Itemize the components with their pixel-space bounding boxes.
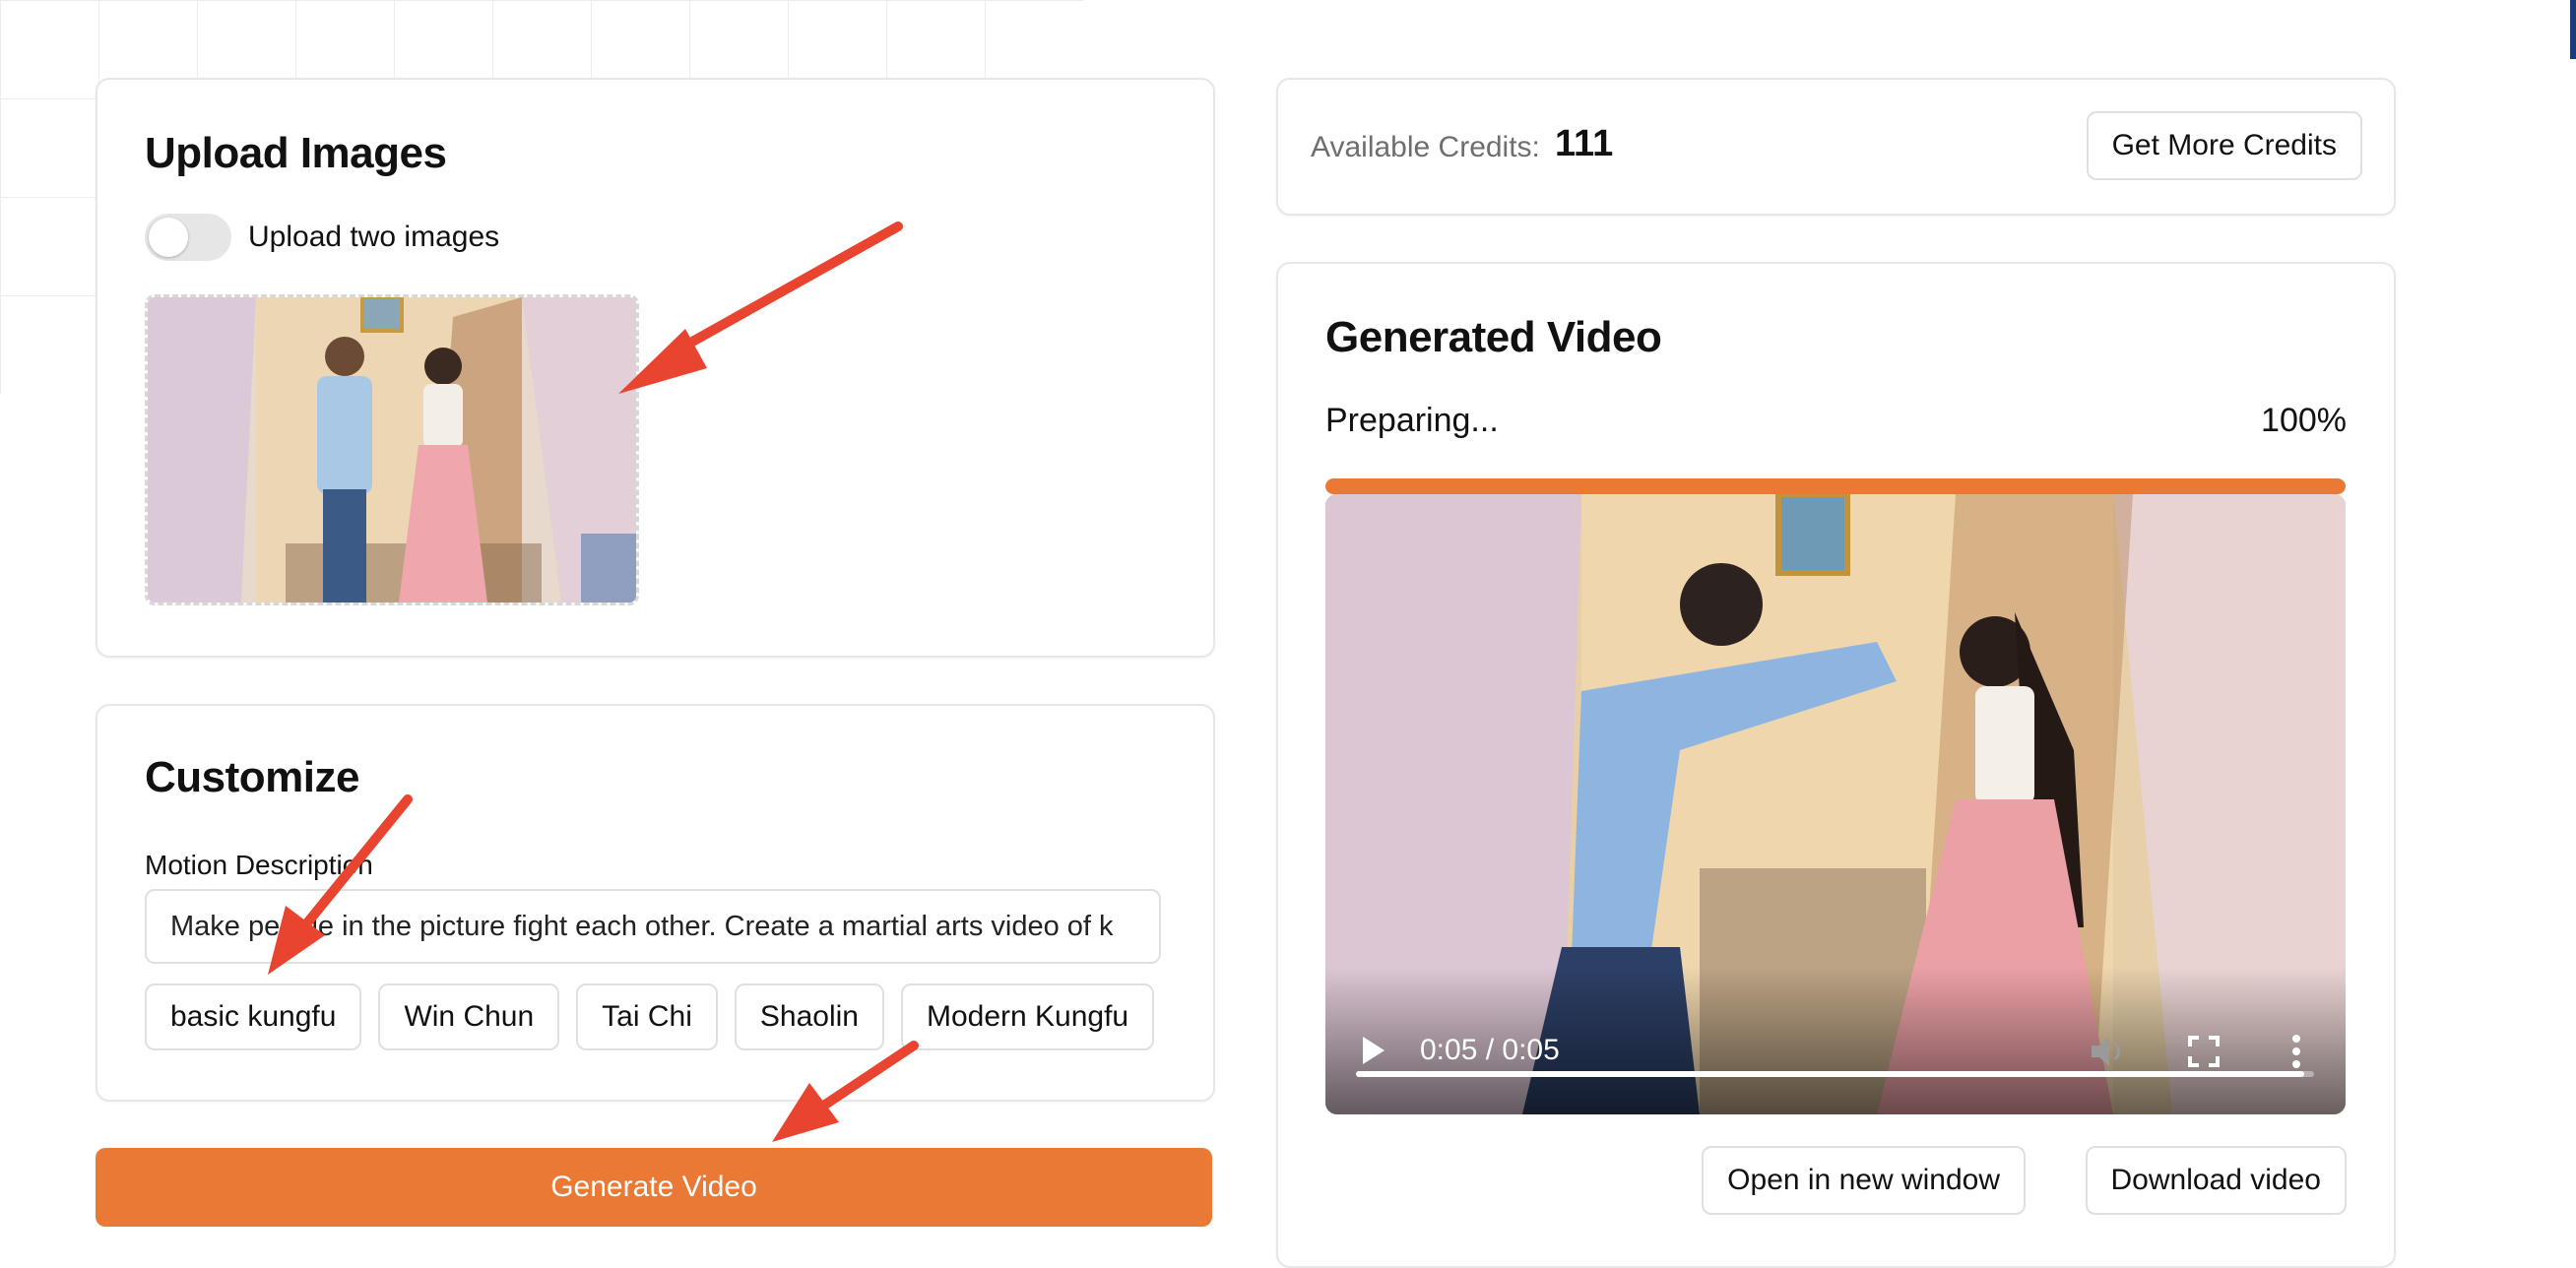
generation-status: Preparing... bbox=[1325, 402, 1499, 439]
credits-card: Available Credits: 111 Get More Credits bbox=[1276, 78, 2396, 216]
progress-bar bbox=[1325, 478, 2346, 494]
available-credits-value: 111 bbox=[1555, 123, 1614, 164]
video-seek-bar[interactable] bbox=[1356, 1071, 2314, 1077]
customize-title: Customize bbox=[145, 753, 359, 801]
play-icon[interactable] bbox=[1361, 1036, 1386, 1065]
image-dropzone[interactable] bbox=[145, 294, 639, 605]
style-chip-basic-kungfu[interactable]: basic kungfu bbox=[145, 983, 362, 1050]
uploaded-image-preview bbox=[148, 297, 636, 602]
style-chip-modern-kungfu[interactable]: Modern Kungfu bbox=[900, 983, 1155, 1050]
video-player[interactable]: 0:05 / 0:05 bbox=[1325, 494, 2346, 1114]
generation-percent: 100% bbox=[2261, 402, 2347, 439]
style-chip-win-chun[interactable]: Win Chun bbox=[378, 983, 560, 1050]
progress-fill bbox=[1325, 478, 2346, 494]
toggle-knob bbox=[149, 218, 188, 257]
open-in-new-window-button[interactable]: Open in new window bbox=[1702, 1146, 2026, 1215]
upload-two-images-toggle[interactable] bbox=[145, 214, 231, 261]
generated-video-title: Generated Video bbox=[1325, 313, 1662, 361]
download-video-button[interactable]: Download video bbox=[2085, 1146, 2347, 1215]
fullscreen-icon[interactable] bbox=[2188, 1036, 2220, 1067]
more-options-icon[interactable] bbox=[2290, 1034, 2302, 1069]
video-seek-fill bbox=[1356, 1071, 2305, 1077]
video-time: 0:05 / 0:05 bbox=[1420, 1034, 1560, 1066]
upload-two-images-label: Upload two images bbox=[248, 221, 500, 253]
window-edge bbox=[2570, 0, 2576, 59]
video-controls: 0:05 / 0:05 bbox=[1325, 967, 2346, 1114]
volume-icon[interactable] bbox=[2090, 1034, 2129, 1069]
upload-images-title: Upload Images bbox=[145, 129, 447, 177]
motion-description-input[interactable] bbox=[145, 889, 1161, 964]
upload-images-card: Upload Images Upload two images bbox=[96, 78, 1215, 658]
generate-video-button[interactable]: Generate Video bbox=[96, 1148, 1212, 1227]
style-chip-shaolin[interactable]: Shaolin bbox=[734, 983, 884, 1050]
motion-description-label: Motion Description bbox=[145, 850, 373, 880]
customize-card: Customize Motion Description basic kungf… bbox=[96, 704, 1215, 1102]
generated-video-card: Generated Video Preparing... 100% 0:05 /… bbox=[1276, 262, 2396, 1268]
get-more-credits-button[interactable]: Get More Credits bbox=[2086, 111, 2362, 180]
style-chips: basic kungfu Win Chun Tai Chi Shaolin Mo… bbox=[145, 983, 1155, 1050]
style-chip-tai-chi[interactable]: Tai Chi bbox=[576, 983, 718, 1050]
available-credits-label: Available Credits: bbox=[1311, 131, 1540, 163]
